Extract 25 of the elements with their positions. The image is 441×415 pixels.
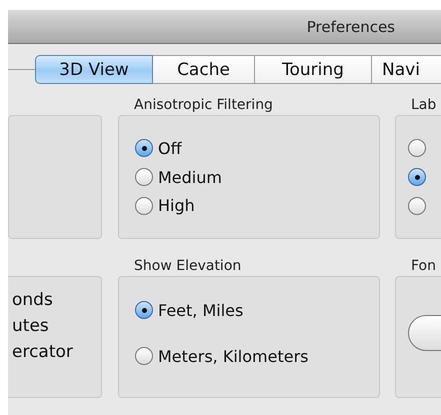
radio-label: Meters, Kilometers xyxy=(158,346,308,366)
radio-button[interactable] xyxy=(408,168,426,186)
radio-button[interactable] xyxy=(135,168,153,186)
group-title: Fon xyxy=(411,258,436,274)
radio-label: Off xyxy=(158,138,182,158)
radio-button[interactable] xyxy=(408,196,426,215)
radio-label: Feet, Miles xyxy=(158,300,244,320)
tab[interactable]: Touring xyxy=(255,55,372,84)
option-label: utes xyxy=(11,315,50,338)
group-title: Anisotropic Filtering xyxy=(134,97,273,113)
group-title: Lab xyxy=(411,97,436,113)
radio-label: High xyxy=(158,196,195,216)
tab[interactable]: 3D View xyxy=(35,55,153,84)
radio-label: Medium xyxy=(158,168,222,186)
tab[interactable]: Cache xyxy=(153,55,255,84)
option-label: ercator xyxy=(11,341,74,364)
option-label: onds xyxy=(11,289,54,312)
radio-button[interactable] xyxy=(135,196,153,215)
tab[interactable]: Navi xyxy=(372,55,441,84)
group-title: Show Elevation xyxy=(134,258,242,274)
radio-button[interactable] xyxy=(408,139,426,158)
radio-button[interactable] xyxy=(135,139,153,158)
window-title: Preferences xyxy=(306,18,395,36)
radio-button[interactable] xyxy=(135,347,153,365)
radio-button[interactable] xyxy=(135,301,153,319)
